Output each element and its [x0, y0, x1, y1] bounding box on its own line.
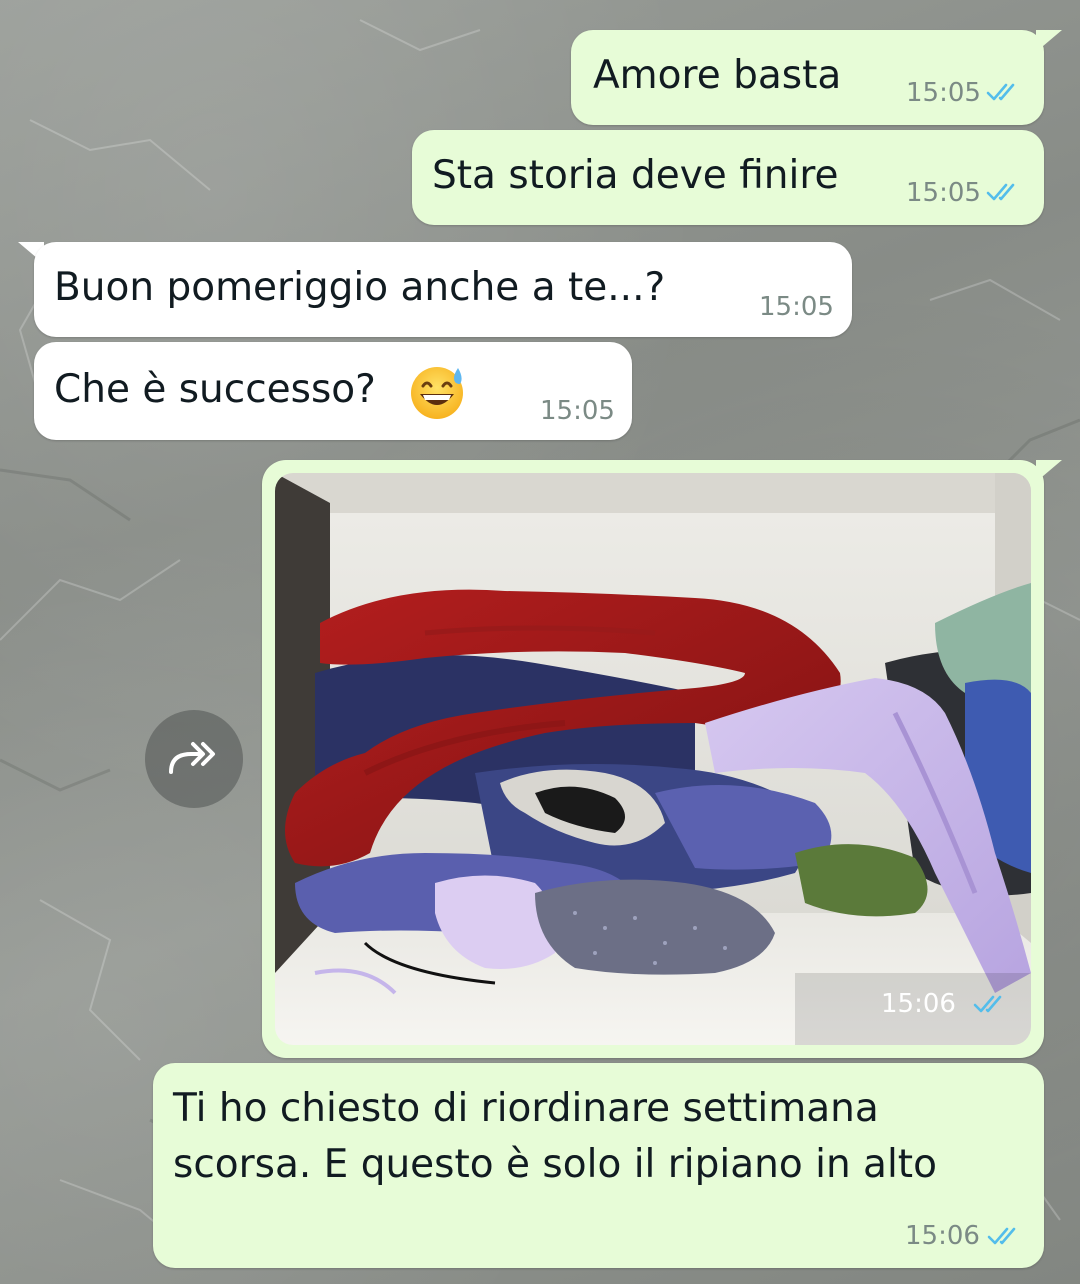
- message-text: Amore basta: [593, 53, 842, 98]
- double-check-icon: [973, 995, 1002, 1013]
- message-timestamp: 15:06: [905, 1221, 980, 1251]
- bubble-tail: [1036, 460, 1062, 482]
- message-bubble-outgoing[interactable]: Sta storia deve finire 15:05: [412, 130, 1044, 225]
- message-text-line-2: scorsa. E questo è solo il ripiano in al…: [173, 1142, 937, 1187]
- message-bubble-outgoing[interactable]: Amore basta 15:05: [571, 30, 1044, 125]
- message-text: Buon pomeriggio anche a te...?: [54, 265, 666, 310]
- message-timestamp: 15:05: [906, 78, 981, 108]
- message-text: Sta storia deve finire: [432, 153, 839, 198]
- shared-photo[interactable]: 15:06: [275, 473, 1031, 1045]
- message-bubble-incoming[interactable]: Buon pomeriggio anche a te...? 15:05: [34, 242, 852, 337]
- message-timestamp: 15:05: [906, 178, 981, 208]
- double-check-icon: [986, 83, 1015, 101]
- grinning-face-with-sweat-icon: [411, 367, 463, 419]
- chat-area[interactable]: Amore basta 15:05 Sta storia deve finire…: [0, 0, 1080, 1284]
- message-timestamp: 15:05: [759, 292, 834, 322]
- double-check-icon: [987, 1227, 1016, 1245]
- forward-button[interactable]: [145, 710, 243, 808]
- message-bubble-incoming[interactable]: Che è successo? 15:05: [34, 342, 632, 440]
- double-check-icon: [986, 183, 1015, 201]
- message-text: Che è successo?: [54, 367, 376, 412]
- message-timestamp: 15:05: [540, 396, 615, 426]
- bubble-tail: [1036, 30, 1062, 52]
- forward-icon: [169, 742, 215, 774]
- image-timestamp: 15:06: [881, 989, 956, 1019]
- message-bubble-outgoing[interactable]: Ti ho chiesto di riordinare settimana sc…: [153, 1063, 1044, 1268]
- message-text-line-1: Ti ho chiesto di riordinare settimana: [173, 1086, 879, 1131]
